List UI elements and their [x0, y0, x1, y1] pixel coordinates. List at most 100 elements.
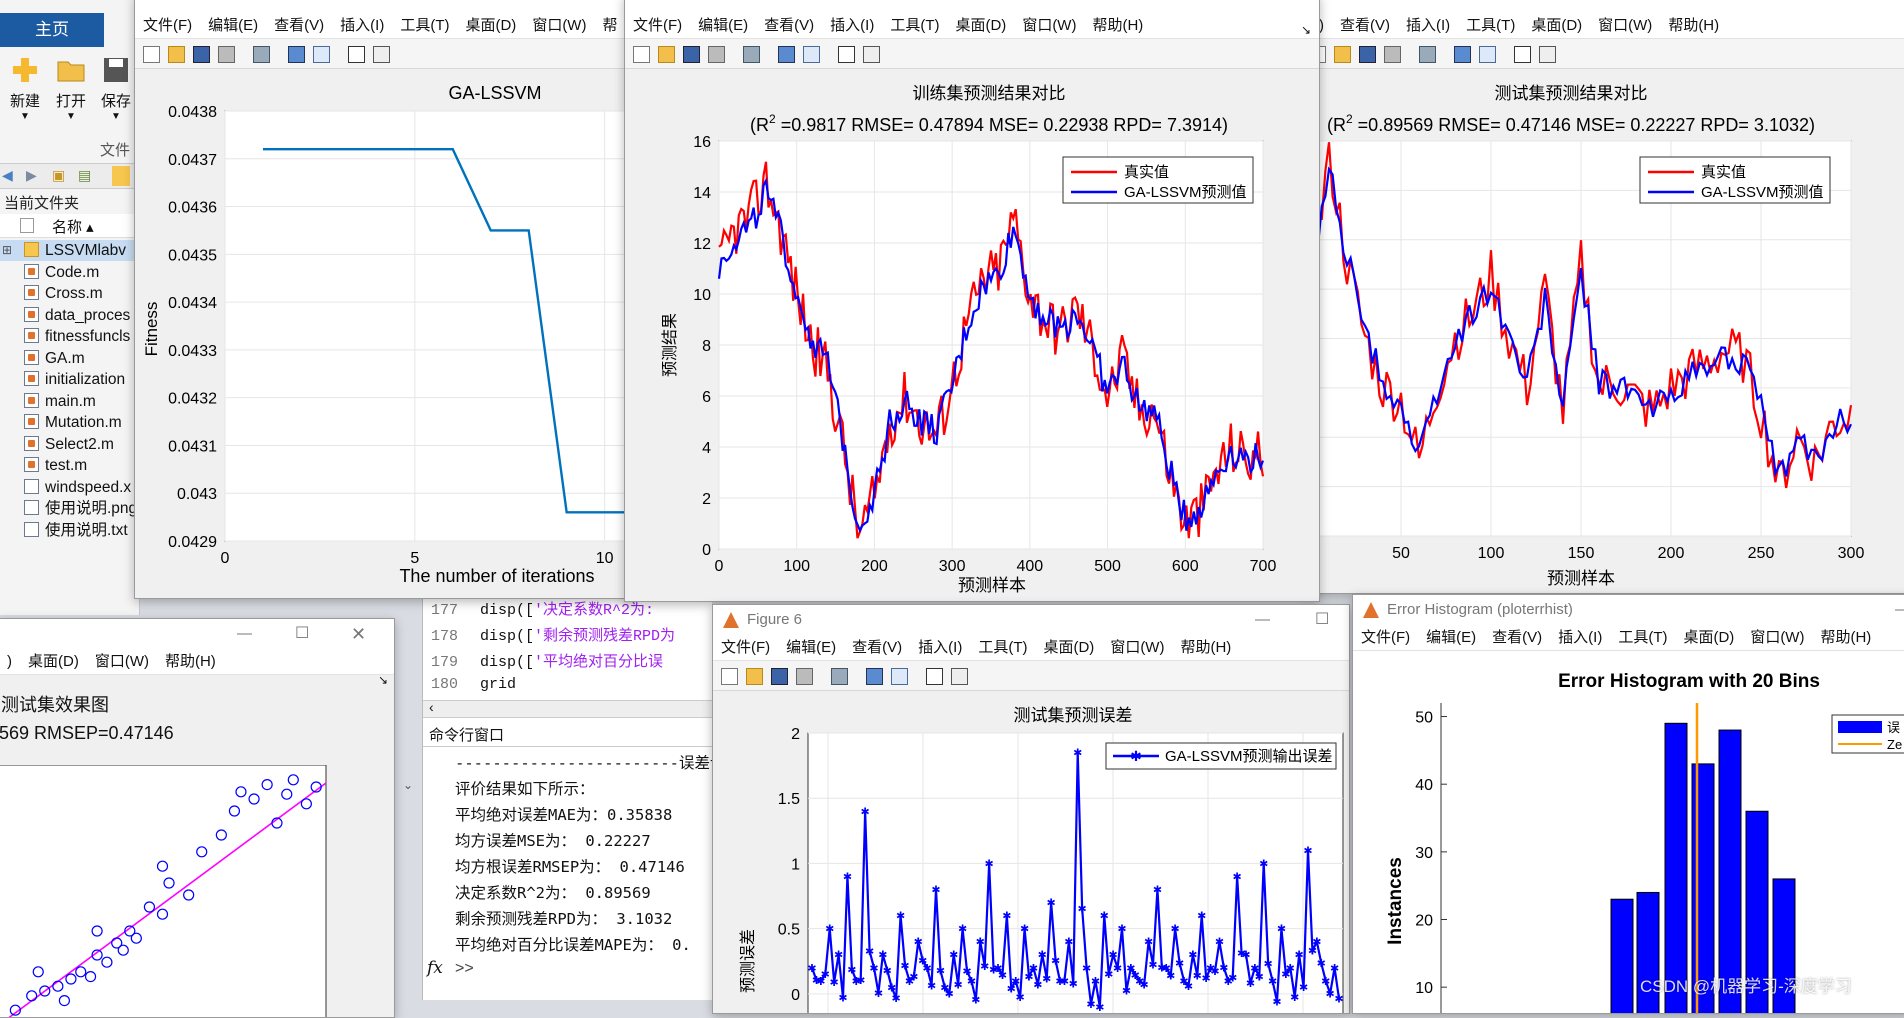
- open-file-icon[interactable]: [746, 668, 763, 685]
- forward-arrow-icon[interactable]: ▶: [26, 167, 37, 184]
- code-line[interactable]: 177 disp(['决定系数R^2为:: [431, 598, 654, 619]
- file-row[interactable]: 使用说明.txt: [0, 520, 140, 541]
- menu-item[interactable]: 工具(T): [890, 17, 939, 34]
- command-prompt[interactable]: >>: [455, 960, 474, 978]
- code-line[interactable]: 180 grid: [431, 676, 516, 693]
- menu-item[interactable]: 帮助(H): [1668, 17, 1719, 34]
- new-button[interactable]: 新建 ▼: [4, 56, 46, 122]
- file-row[interactable]: initialization: [0, 369, 140, 390]
- print-icon[interactable]: [218, 46, 235, 63]
- maximize-button[interactable]: ☐: [295, 619, 309, 649]
- folder-row[interactable]: ⊞ LSSVMlabv: [0, 240, 140, 261]
- menu-item[interactable]: 帮助(H): [1180, 639, 1231, 656]
- menu-item[interactable]: 桌面(D): [1531, 17, 1582, 34]
- save-icon[interactable]: [193, 46, 210, 63]
- name-column-header[interactable]: 名称 ▴: [52, 216, 94, 237]
- open-button[interactable]: 打开 ▼: [50, 56, 92, 122]
- up-folder-icon[interactable]: ▣: [52, 167, 65, 184]
- save-icon[interactable]: [683, 46, 700, 63]
- pointer-icon[interactable]: [926, 668, 943, 685]
- minimize-button[interactable]: —: [1255, 605, 1270, 635]
- menu-item[interactable]: 查看(V): [852, 639, 902, 656]
- legend-icon[interactable]: [803, 46, 820, 63]
- new-figure-icon[interactable]: [633, 46, 650, 63]
- print-icon[interactable]: [796, 668, 813, 685]
- minimize-button[interactable]: —: [237, 619, 252, 649]
- menu-item[interactable]: 编辑(E): [698, 17, 748, 34]
- menu-item[interactable]: 窗口(W): [532, 17, 586, 34]
- menu-item[interactable]: 工具(T): [1618, 629, 1667, 646]
- menu-item[interactable]: 查看(V): [1492, 629, 1542, 646]
- collapse-chevron-icon[interactable]: ⌄: [395, 778, 421, 800]
- pointer-icon[interactable]: [348, 46, 365, 63]
- property-editor-icon[interactable]: [951, 668, 968, 685]
- file-row[interactable]: Select2.m: [0, 434, 140, 455]
- legend-icon[interactable]: [313, 46, 330, 63]
- menu-item[interactable]: 窗口(W): [1110, 639, 1164, 656]
- menu-item[interactable]: 插入(I): [830, 17, 874, 34]
- close-button[interactable]: ✕: [351, 619, 366, 649]
- colorbar-icon[interactable]: [288, 46, 305, 63]
- new-figure-icon[interactable]: [143, 46, 160, 63]
- menu-item[interactable]: 文件(F): [1361, 629, 1410, 646]
- file-row[interactable]: fitnessfuncls: [0, 326, 140, 347]
- save-button[interactable]: 保存 ▼: [96, 56, 136, 122]
- menu-item[interactable]: 桌面(D): [465, 17, 516, 34]
- link-icon[interactable]: [831, 668, 848, 685]
- print-icon[interactable]: [1384, 46, 1401, 63]
- menu-item[interactable]: 帮助(H): [165, 653, 216, 670]
- menu-item[interactable]: 窗口(W): [1750, 629, 1804, 646]
- menu-item[interactable]: 工具(T): [1466, 17, 1515, 34]
- file-row[interactable]: Cross.m: [0, 283, 140, 304]
- menu-item[interactable]: 文件(F): [633, 17, 682, 34]
- expand-icon[interactable]: ⊞: [2, 240, 12, 261]
- file-row[interactable]: test.m: [0, 455, 140, 476]
- dock-arrow-icon[interactable]: ↘: [1301, 23, 1311, 37]
- property-editor-icon[interactable]: [373, 46, 390, 63]
- property-editor-icon[interactable]: [863, 46, 880, 63]
- menu-item[interactable]: 插入(I): [1558, 629, 1602, 646]
- menu-item[interactable]: 编辑(E): [786, 639, 836, 656]
- colorbar-icon[interactable]: [1454, 46, 1471, 63]
- colorbar-icon[interactable]: [866, 668, 883, 685]
- home-tab[interactable]: 主页: [0, 13, 104, 47]
- save-icon[interactable]: [771, 668, 788, 685]
- open-file-icon[interactable]: [658, 46, 675, 63]
- file-row[interactable]: GA.m: [0, 348, 140, 369]
- file-row[interactable]: main.m: [0, 391, 140, 412]
- menu-item[interactable]: 文件(F): [721, 639, 770, 656]
- print-icon[interactable]: [708, 46, 725, 63]
- menu-item[interactable]: 窗口(W): [1598, 17, 1652, 34]
- link-icon[interactable]: [1419, 46, 1436, 63]
- menu-item[interactable]: 桌面(D): [955, 17, 1006, 34]
- menu-item[interactable]: 窗口(W): [95, 653, 149, 670]
- folder-path-icon[interactable]: [112, 166, 130, 186]
- file-row[interactable]: Code.m: [0, 262, 140, 283]
- menu-item[interactable]: 窗口(W): [1022, 17, 1076, 34]
- open-file-icon[interactable]: [1334, 46, 1351, 63]
- menu-item[interactable]: 插入(I): [1406, 17, 1450, 34]
- dock-arrow-icon[interactable]: ↘: [378, 673, 388, 687]
- new-figure-icon[interactable]: [721, 668, 738, 685]
- menu-item[interactable]: 桌面(D): [1043, 639, 1094, 656]
- menu-item[interactable]: 帮: [602, 17, 617, 34]
- menu-item[interactable]: 帮助(H): [1820, 629, 1871, 646]
- file-row[interactable]: 使用说明.png: [0, 498, 140, 519]
- menu-item[interactable]: ): [7, 653, 12, 670]
- save-icon[interactable]: [1359, 46, 1376, 63]
- menu-item[interactable]: 查看(V): [274, 17, 324, 34]
- browse-folder-icon[interactable]: ▤: [78, 167, 91, 184]
- scroll-left-icon[interactable]: ‹: [429, 699, 434, 715]
- menu-item[interactable]: 工具(T): [400, 17, 449, 34]
- link-icon[interactable]: [253, 46, 270, 63]
- minimize-button[interactable]: —: [1895, 595, 1904, 625]
- menu-item[interactable]: 查看(V): [1340, 17, 1390, 34]
- editor-hscrollbar[interactable]: ‹: [423, 699, 713, 718]
- menu-item[interactable]: 文件(F): [143, 17, 192, 34]
- pointer-icon[interactable]: [1514, 46, 1531, 63]
- menu-item[interactable]: 插入(I): [340, 17, 384, 34]
- file-row[interactable]: windspeed.x: [0, 477, 140, 498]
- menu-item[interactable]: 插入(I): [918, 639, 962, 656]
- menu-item[interactable]: 桌面(D): [1683, 629, 1734, 646]
- legend-icon[interactable]: [1479, 46, 1496, 63]
